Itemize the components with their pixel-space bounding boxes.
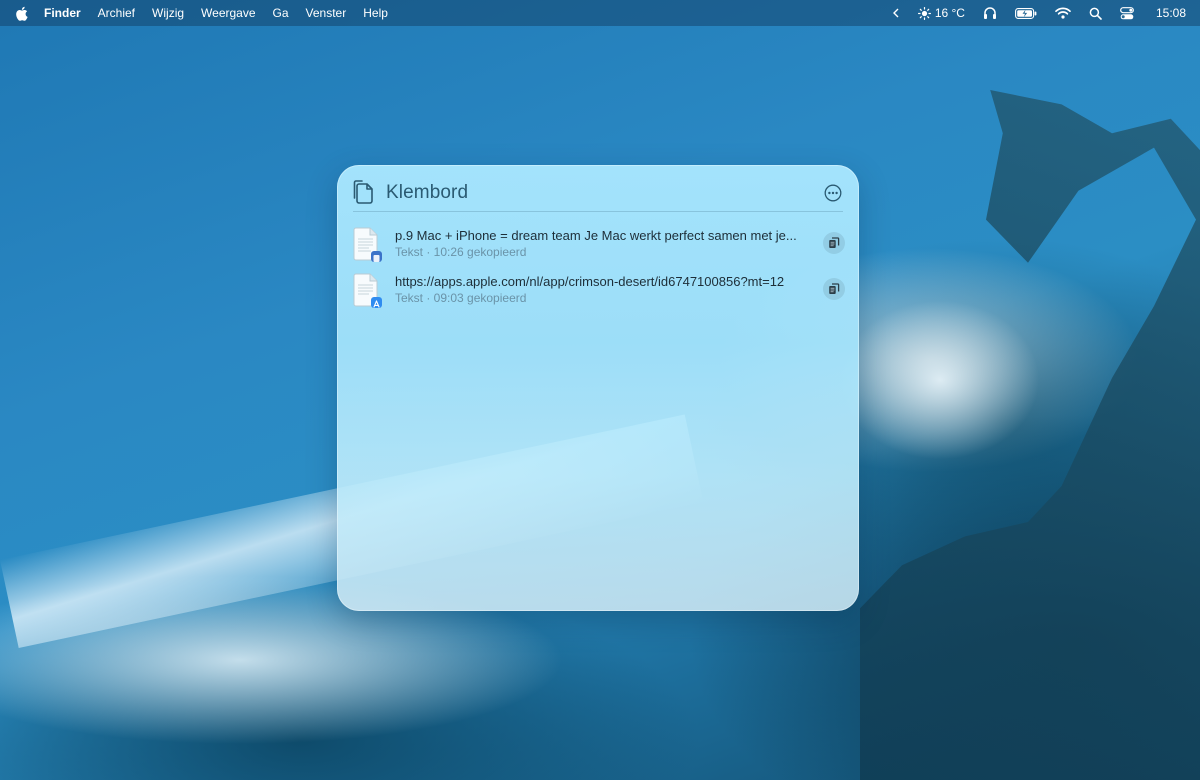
clipboard-icon xyxy=(353,180,375,206)
menu-archief[interactable]: Archief xyxy=(98,6,135,20)
chevron-left-icon[interactable] xyxy=(892,8,900,18)
app-store-icon xyxy=(371,297,382,308)
document-icon xyxy=(353,273,382,309)
spotlight-search-icon[interactable] xyxy=(1089,7,1102,20)
clipboard-item-text: https://apps.apple.com/nl/app/crimson-de… xyxy=(395,267,845,306)
battery-icon[interactable] xyxy=(1015,7,1037,19)
clipboard-item[interactable]: p.9 Mac + iPhone = dream team Je Mac wer… xyxy=(353,221,845,267)
clipboard-item-text: p.9 Mac + iPhone = dream team Je Mac wer… xyxy=(395,221,845,260)
desktop: Finder Archief Wijzig Weergave Ga Venste… xyxy=(0,0,1200,780)
menu-ga[interactable]: Ga xyxy=(273,6,289,20)
header-divider xyxy=(353,211,843,212)
menu-app-finder[interactable]: Finder xyxy=(44,6,81,20)
more-options-button[interactable] xyxy=(823,183,843,203)
menu-help[interactable]: Help xyxy=(363,6,388,20)
pages-app-icon xyxy=(371,251,382,262)
menu-wijzig[interactable]: Wijzig xyxy=(152,6,184,20)
menu-bar-clock[interactable]: 15:08 xyxy=(1156,6,1186,20)
weather-widget[interactable]: 16 °C xyxy=(917,6,965,20)
clipboard-header: Klembord xyxy=(353,175,845,211)
wallpaper-foam-right xyxy=(840,300,1040,460)
clipboard-item-meta: Tekst · 10:26 gekopieerd xyxy=(395,245,527,259)
copy-button[interactable] xyxy=(823,278,845,300)
clipboard-item-meta: Tekst · 09:03 gekopieerd xyxy=(395,291,527,305)
copy-button[interactable] xyxy=(823,232,845,254)
clipboard-list: p.9 Mac + iPhone = dream team Je Mac wer… xyxy=(353,221,845,313)
clipboard-item[interactable]: https://apps.apple.com/nl/app/crimson-de… xyxy=(353,267,845,313)
menu-venster[interactable]: Venster xyxy=(306,6,347,20)
menu-bar-left: Finder Archief Wijzig Weergave Ga Venste… xyxy=(0,0,405,26)
menu-bar: Finder Archief Wijzig Weergave Ga Venste… xyxy=(0,0,1200,26)
control-center-icon[interactable] xyxy=(1120,6,1134,20)
headphones-icon[interactable] xyxy=(983,6,997,20)
clipboard-item-title: https://apps.apple.com/nl/app/crimson-de… xyxy=(395,274,785,289)
clipboard-title: Klembord xyxy=(386,182,469,203)
clipboard-item-title: p.9 Mac + iPhone = dream team Je Mac wer… xyxy=(395,228,797,243)
weather-temperature: 16 °C xyxy=(934,6,965,20)
copy-icon xyxy=(829,283,840,294)
wifi-icon[interactable] xyxy=(1055,7,1071,19)
copy-icon xyxy=(829,237,840,248)
menu-weergave[interactable]: Weergave xyxy=(201,6,255,20)
apple-logo-icon[interactable] xyxy=(14,5,28,21)
sun-icon xyxy=(917,6,931,20)
clipboard-panel: Klembord p.9 Mac + iPhone = dream team J… xyxy=(337,165,859,611)
document-icon xyxy=(353,227,382,263)
menu-bar-status: 16 °C 15:08 xyxy=(874,0,1186,26)
